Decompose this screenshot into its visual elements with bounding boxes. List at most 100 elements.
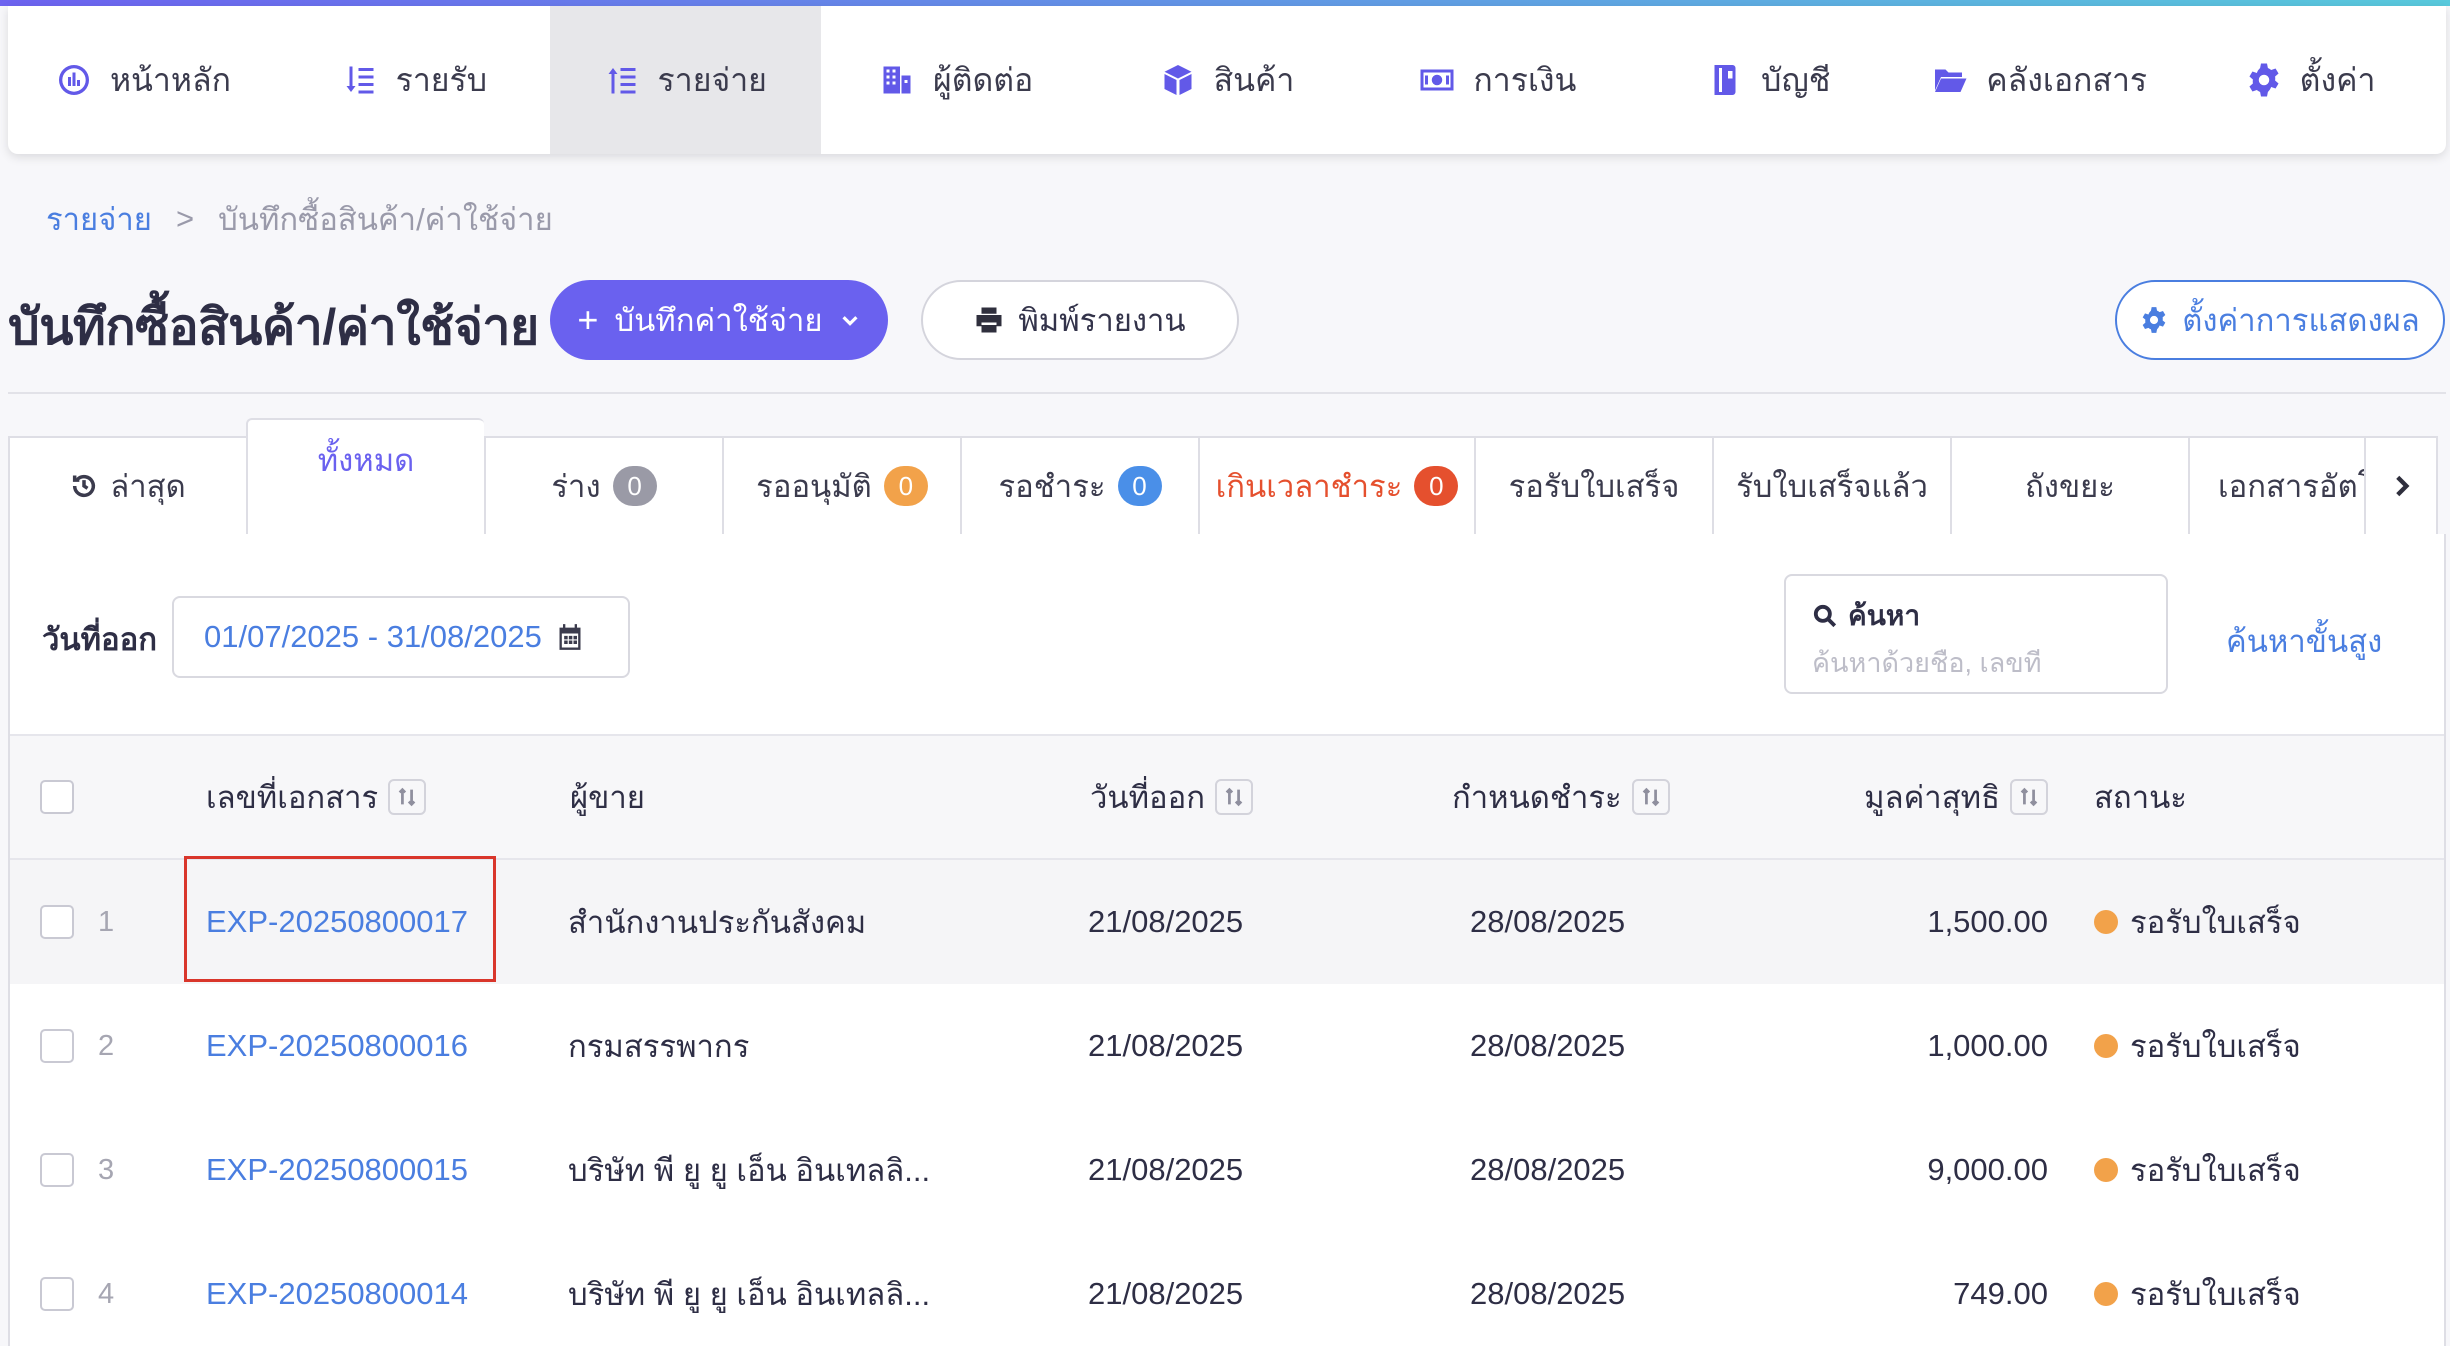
tab-awaiting-approval[interactable]: รออนุมัติ 0 — [722, 436, 960, 536]
search-input[interactable] — [1812, 648, 2140, 679]
status-label: รอรับใบเสร็จ — [2130, 905, 2301, 940]
date-range-value: 01/07/2025 - 31/08/2025 — [204, 619, 542, 654]
nav-item-label: หน้าหลัก — [109, 61, 231, 98]
nav-item-contacts[interactable]: ผู้ติดต่อ — [821, 6, 1092, 154]
tab-label: เอกสารอัตโ — [2218, 469, 2364, 504]
select-all-checkbox[interactable] — [40, 780, 74, 814]
chevron-down-icon — [842, 316, 858, 326]
tab-awaiting-receipt[interactable]: รอรับใบเสร็จ — [1474, 436, 1712, 536]
nav-item-accounting[interactable]: บัญชี — [1633, 6, 1904, 154]
page-title: บันทึกซื้อสินค้า/ค่าใช้จ่าย — [8, 299, 539, 355]
tab-label: รับใบเสร็จแล้ว — [1736, 469, 1928, 504]
row-checkbox[interactable] — [40, 1277, 74, 1311]
row-number: 3 — [98, 1153, 115, 1186]
nav-item-income[interactable]: รายรับ — [279, 6, 550, 154]
product-box-icon — [1164, 65, 1192, 95]
status-badge: รอรับใบเสร็จ — [2094, 1108, 2301, 1232]
main-nav: หน้าหลัก รายรับ รายจ่าย ผู้ติดต่อ สินค้า… — [8, 6, 2446, 154]
content-panel: วันที่ออก 01/07/2025 - 31/08/2025 ค้นหา … — [8, 534, 2446, 1346]
tabs-next-button[interactable] — [2364, 436, 2438, 536]
nav-item-label: รายรับ — [395, 61, 488, 98]
doc-number-link[interactable]: EXP-20250800017 — [206, 860, 468, 984]
column-header-label: มูลค่าสุทธิ — [1864, 780, 2000, 815]
tab-latest[interactable]: ล่าสุด — [8, 436, 246, 536]
column-header-label: เลขที่เอกสาร — [206, 780, 379, 815]
tab-trash[interactable]: ถังขยะ — [1950, 436, 2188, 536]
breadcrumb: รายจ่าย > บันทึกซื้อสินค้า/ค่าใช้จ่าย — [46, 194, 553, 244]
sort-icon[interactable] — [1631, 779, 1670, 815]
status-dot — [2094, 910, 2118, 934]
tab-label: รอชำระ — [998, 469, 1106, 504]
column-net-amount: มูลค่าสุทธิ — [1864, 736, 2048, 858]
sort-icon[interactable] — [1215, 779, 1254, 815]
table-row[interactable]: 2 EXP-20250800016 กรมสรรพากร 21/08/2025 … — [10, 984, 2444, 1108]
vendor-name: บริษัท พี ยู ยู เอ็น อินเทลลิ... — [568, 1153, 931, 1188]
count-badge: 0 — [1414, 466, 1459, 506]
due-date: 28/08/2025 — [1470, 1152, 1626, 1187]
doc-number-link[interactable]: EXP-20250800015 — [206, 1108, 468, 1232]
status-label: รอรับใบเสร็จ — [2130, 1277, 2301, 1312]
row-checkbox[interactable] — [40, 905, 74, 939]
doc-number-link[interactable]: EXP-20250800014 — [206, 1232, 468, 1346]
issue-date: 21/08/2025 — [1088, 1028, 1244, 1063]
status-dot — [2094, 1282, 2118, 1306]
income-icon — [346, 66, 374, 94]
table-row[interactable]: 1 EXP-20250800017 สำนักงานประกันสังคม 21… — [10, 860, 2444, 984]
nav-item-finance[interactable]: การเงิน — [1362, 6, 1633, 154]
tab-receipt-received[interactable]: รับใบเสร็จแล้ว — [1712, 436, 1950, 536]
search-box[interactable]: ค้นหา — [1784, 574, 2168, 694]
date-range-picker[interactable]: 01/07/2025 - 31/08/2025 — [172, 596, 630, 678]
search-icon — [1813, 604, 1837, 628]
folder-icon — [1935, 69, 1967, 92]
column-status: สถานะ — [2094, 736, 2187, 858]
table-row[interactable]: 3 EXP-20250800015 บริษัท พี ยู ยู เอ็น อ… — [10, 1108, 2444, 1232]
tab-all[interactable]: ทั้งหมด — [246, 418, 484, 536]
breadcrumb-current: บันทึกซื้อสินค้า/ค่าใช้จ่าย — [218, 202, 553, 237]
nav-item-products[interactable]: สินค้า — [1092, 6, 1363, 154]
tab-label: รอรับใบเสร็จ — [1508, 469, 1680, 504]
search-label: ค้นหา — [1848, 600, 1921, 631]
tab-label: ร่าง — [551, 469, 601, 504]
nav-item-documents[interactable]: คลังเอกสาร — [1904, 6, 2175, 154]
nav-item-label: รายจ่าย — [657, 61, 767, 98]
doc-number-link[interactable]: EXP-20250800016 — [206, 984, 468, 1108]
row-select-cell: 2 — [40, 984, 114, 1108]
row-number: 1 — [98, 905, 115, 938]
add-expense-label: บันทึกค่าใช้จ่าย — [614, 303, 823, 338]
status-dot — [2094, 1158, 2118, 1182]
plus-icon: + — [577, 299, 599, 340]
date-filter-label: วันที่ออก — [42, 622, 158, 657]
nav-item-settings[interactable]: ตั้งค่า — [2175, 6, 2446, 154]
tab-label: ทั้งหมด — [317, 443, 415, 478]
advanced-search-link[interactable]: ค้นหาขั้นสูง — [2226, 616, 2382, 666]
row-checkbox[interactable] — [40, 1029, 74, 1063]
column-vendor: ผู้ขาย — [570, 736, 645, 858]
display-settings-button[interactable]: ตั้งค่าการแสดงผล — [2115, 280, 2445, 360]
nav-item-label: สินค้า — [1213, 61, 1295, 98]
sort-icon[interactable] — [388, 779, 427, 815]
count-badge: 0 — [612, 466, 657, 506]
breadcrumb-separator: > — [175, 201, 195, 236]
status-label: รอรับใบเสร็จ — [2130, 1029, 2301, 1064]
tab-label: ล่าสุด — [110, 469, 186, 504]
nav-item-label: การเงิน — [1473, 61, 1577, 98]
nav-item-home[interactable]: หน้าหลัก — [8, 6, 279, 154]
status-badge: รอรับใบเสร็จ — [2094, 1232, 2301, 1346]
tab-auto-documents[interactable]: เอกสารอัตโ — [2188, 436, 2364, 536]
nav-item-expense[interactable]: รายจ่าย — [549, 6, 821, 154]
tab-overdue[interactable]: เกินเวลาชำระ 0 — [1198, 436, 1474, 536]
printer-icon — [976, 307, 1002, 333]
add-expense-button[interactable]: + บันทึกค่าใช้จ่าย — [550, 280, 888, 360]
sort-icon[interactable] — [2010, 779, 2048, 815]
print-report-button[interactable]: พิมพ์รายงาน — [921, 280, 1239, 360]
row-number: 4 — [98, 1277, 115, 1310]
row-checkbox[interactable] — [40, 1153, 74, 1187]
breadcrumb-parent-link[interactable]: รายจ่าย — [46, 194, 152, 244]
count-badge: 0 — [1117, 466, 1162, 506]
row-number: 2 — [98, 1029, 115, 1062]
tab-awaiting-payment[interactable]: รอชำระ 0 — [960, 436, 1198, 536]
tab-draft[interactable]: ร่าง 0 — [484, 436, 722, 536]
table-row[interactable]: 4 EXP-20250800014 บริษัท พี ยู ยู เอ็น อ… — [10, 1232, 2444, 1346]
net-amount: 9,000.00 — [1927, 1152, 2048, 1187]
net-amount: 1,000.00 — [1927, 1028, 2048, 1063]
